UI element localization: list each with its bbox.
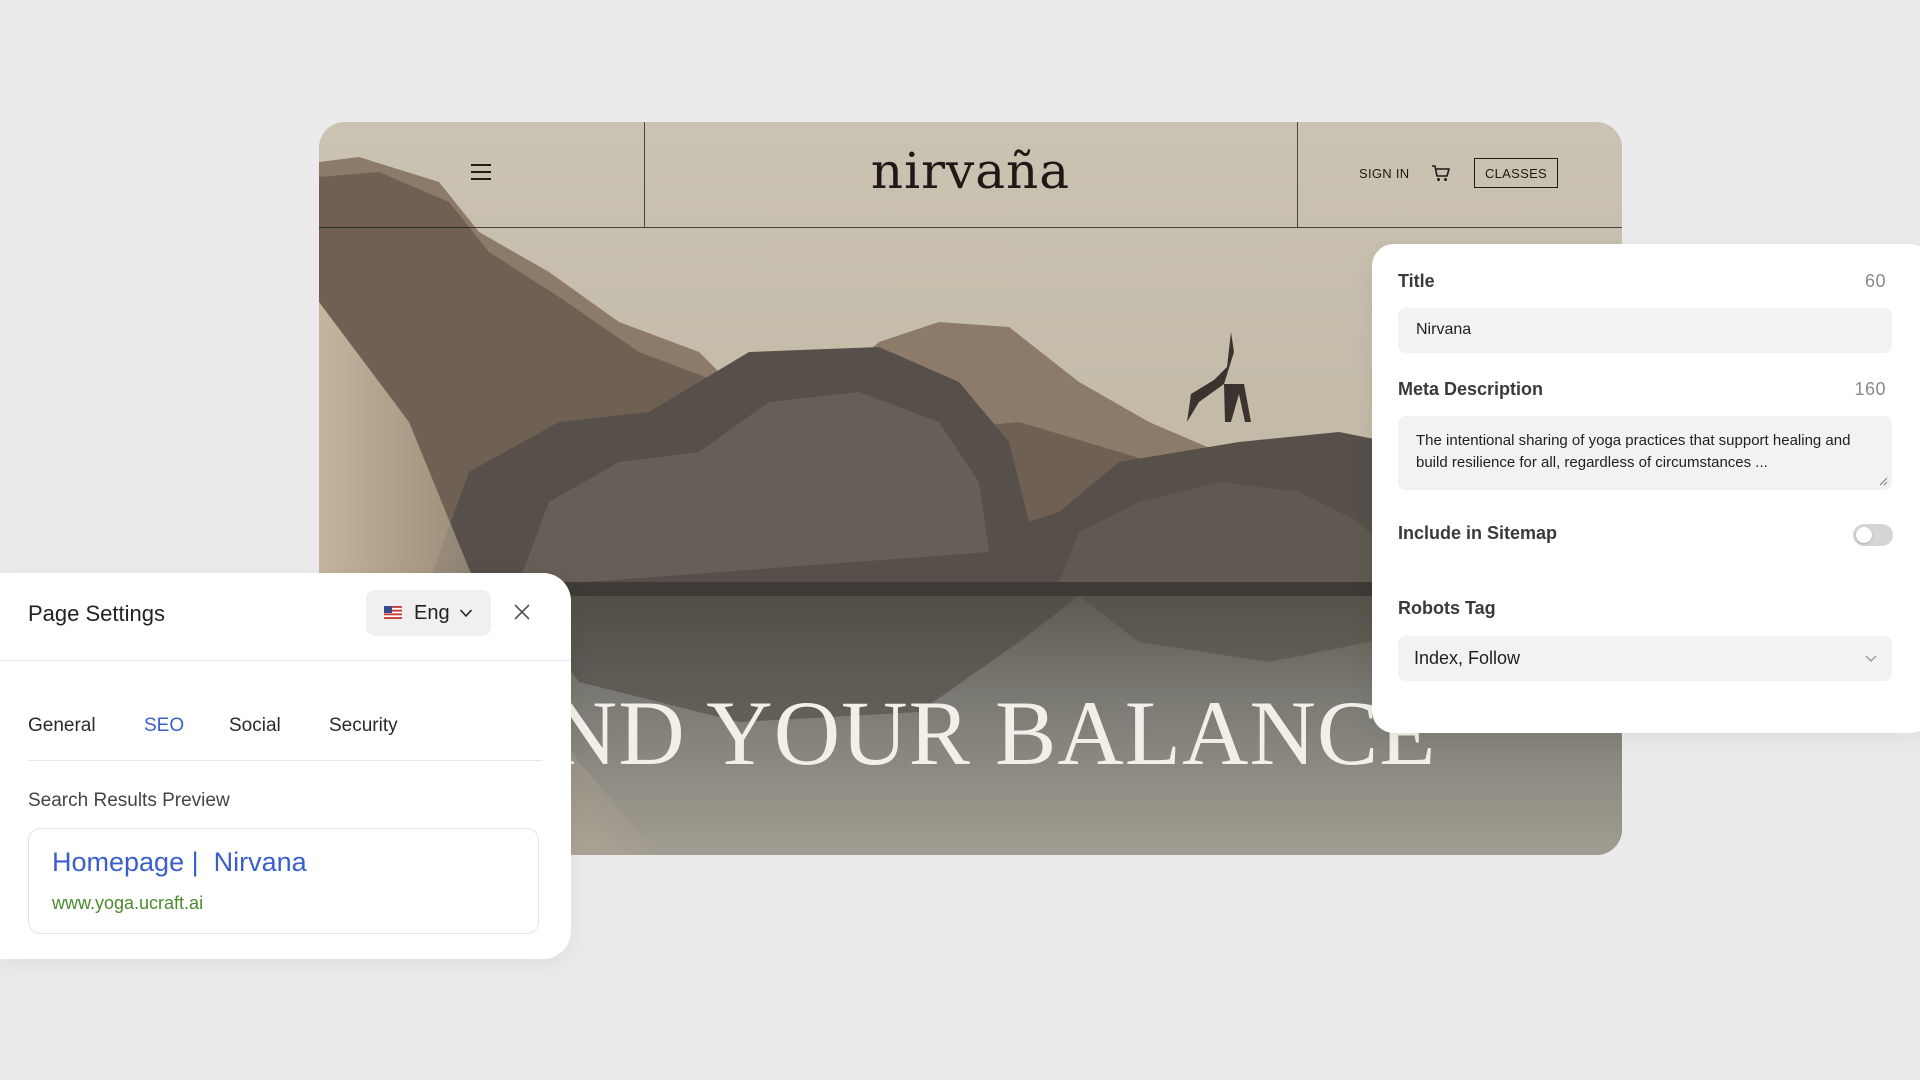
header-divider: [1297, 122, 1298, 227]
page-settings-title: Page Settings: [28, 601, 165, 626]
title-input[interactable]: Nirvana: [1398, 308, 1892, 353]
title-field-label: Title: [1398, 271, 1435, 291]
tab-security[interactable]: Security: [329, 715, 398, 737]
meta-description-char-count: 160: [1854, 379, 1886, 399]
meta-description-label: Meta Description: [1398, 379, 1544, 399]
close-icon[interactable]: [513, 603, 531, 621]
classes-button[interactable]: CLASSES: [1474, 158, 1558, 188]
sign-in-link[interactable]: SIGN IN: [1359, 166, 1410, 181]
page-settings-panel: Page Settings Eng General SEO Social Sec…: [0, 573, 571, 959]
language-selector[interactable]: Eng: [366, 590, 491, 636]
search-result-preview-card: Homepage | Nirvana www.yoga.ucraft.ai: [28, 828, 539, 934]
tab-general[interactable]: General: [28, 715, 96, 737]
search-results-preview-label: Search Results Preview: [28, 790, 230, 811]
robots-tag-select[interactable]: Index, Follow: [1398, 636, 1892, 681]
include-in-sitemap-label: Include in Sitemap: [1398, 523, 1558, 543]
tab-seo[interactable]: SEO: [144, 715, 184, 737]
chevron-down-icon: [459, 609, 473, 618]
include-in-sitemap-toggle[interactable]: [1853, 524, 1893, 546]
meta-description-textarea[interactable]: The intentional sharing of yoga practice…: [1398, 416, 1892, 490]
hamburger-menu-icon[interactable]: [471, 162, 493, 182]
toggle-knob: [1856, 527, 1872, 543]
tab-social[interactable]: Social: [229, 715, 281, 737]
search-result-title-link[interactable]: Homepage | Nirvana: [52, 847, 307, 878]
chevron-down-icon: [1865, 655, 1877, 662]
robots-tag-value: Index, Follow: [1414, 648, 1521, 668]
us-flag-icon: [384, 606, 402, 619]
shopping-cart-icon[interactable]: [1431, 163, 1451, 183]
language-label: Eng: [414, 602, 450, 624]
header-divider: [0, 660, 571, 661]
resize-handle-icon[interactable]: [1878, 476, 1888, 486]
title-char-count: 60: [1864, 271, 1886, 291]
site-logo[interactable]: nirvaña: [644, 142, 1297, 200]
search-result-url: www.yoga.ucraft.ai: [52, 893, 204, 913]
seo-fields-panel: Title 60 Nirvana Meta Description 160 Th…: [1372, 244, 1920, 733]
tabs-divider: [28, 760, 542, 761]
site-header: nirvaña SIGN IN CLASSES: [319, 122, 1622, 228]
meta-description-text: The intentional sharing of yoga practice…: [1416, 432, 1851, 471]
robots-tag-label: Robots Tag: [1398, 598, 1496, 618]
